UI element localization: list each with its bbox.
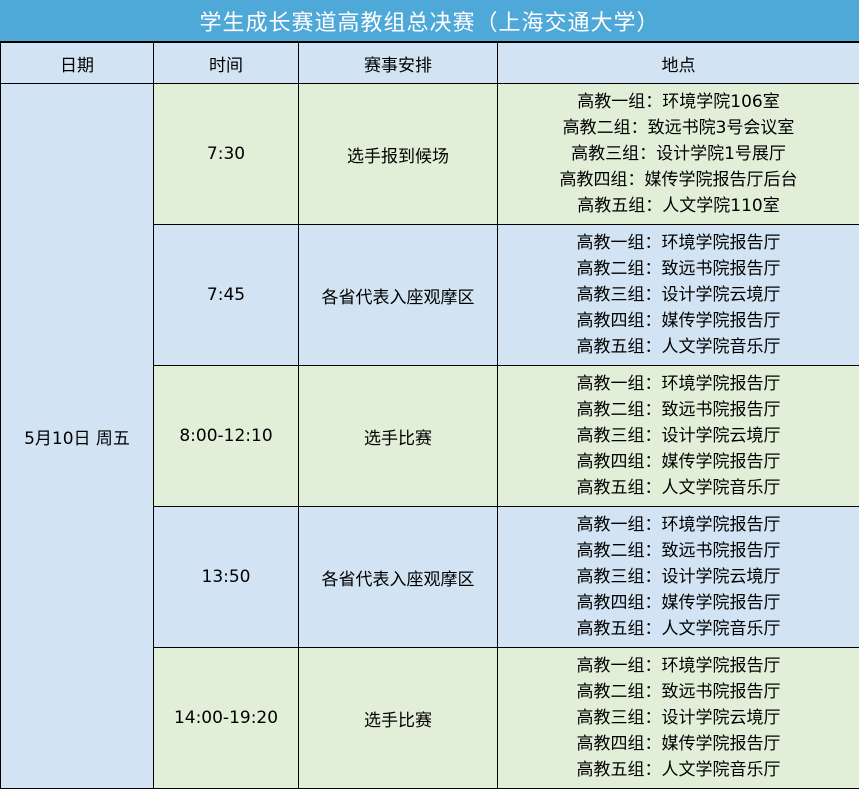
location-line: 高教一组：环境学院106室 [498, 89, 859, 115]
location-line: 高教五组：人文学院110室 [498, 193, 859, 219]
location-cell: 高教一组：环境学院报告厅 高教二组：致远书院报告厅 高教三组：设计学院云境厅 高… [498, 225, 859, 366]
header-time: 时间 [154, 43, 299, 84]
location-line: 高教五组：人文学院音乐厅 [498, 334, 859, 360]
header-event: 赛事安排 [299, 43, 498, 84]
event-cell: 选手比赛 [299, 366, 498, 507]
event-cell: 选手报到候场 [299, 84, 498, 225]
location-line: 高教一组：环境学院报告厅 [498, 512, 859, 538]
location-line: 高教二组：致远书院报告厅 [498, 397, 859, 423]
time-cell: 7:30 [154, 84, 299, 225]
location-line: 高教四组：媒传学院报告厅 [498, 590, 859, 616]
header-row: 日期 时间 赛事安排 地点 [1, 43, 859, 84]
date-cell: 5月10日 周五 [1, 84, 154, 789]
location-line: 高教二组：致远书院报告厅 [498, 679, 859, 705]
location-line: 高教五组：人文学院音乐厅 [498, 757, 859, 783]
location-line: 高教五组：人文学院音乐厅 [498, 616, 859, 642]
location-cell: 高教一组：环境学院106室 高教二组：致远书院3号会议室 高教三组：设计学院1号… [498, 84, 859, 225]
time-cell: 7:45 [154, 225, 299, 366]
location-line: 高教三组：设计学院云境厅 [498, 705, 859, 731]
location-line: 高教三组：设计学院云境厅 [498, 564, 859, 590]
location-line: 高教一组：环境学院报告厅 [498, 371, 859, 397]
location-line: 高教二组：致远书院报告厅 [498, 256, 859, 282]
location-line: 高教一组：环境学院报告厅 [498, 653, 859, 679]
location-line: 高教四组：媒传学院报告厅 [498, 308, 859, 334]
event-cell: 各省代表入座观摩区 [299, 507, 498, 648]
event-cell: 各省代表入座观摩区 [299, 225, 498, 366]
header-location: 地点 [498, 43, 859, 84]
schedule-title: 学生成长赛道高教组总决赛（上海交通大学） [0, 0, 859, 42]
location-line: 高教四组：媒传学院报告厅 [498, 731, 859, 757]
time-cell: 14:00-19:20 [154, 648, 299, 789]
location-line: 高教三组：设计学院云境厅 [498, 423, 859, 449]
time-cell: 8:00-12:10 [154, 366, 299, 507]
location-cell: 高教一组：环境学院报告厅 高教二组：致远书院报告厅 高教三组：设计学院云境厅 高… [498, 366, 859, 507]
event-cell: 选手比赛 [299, 648, 498, 789]
time-cell: 13:50 [154, 507, 299, 648]
location-line: 高教三组：设计学院1号展厅 [498, 141, 859, 167]
header-date: 日期 [1, 43, 154, 84]
location-line: 高教五组：人文学院音乐厅 [498, 475, 859, 501]
location-cell: 高教一组：环境学院报告厅 高教二组：致远书院报告厅 高教三组：设计学院云境厅 高… [498, 507, 859, 648]
location-line: 高教二组：致远书院3号会议室 [498, 115, 859, 141]
table-row: 5月10日 周五 7:30 选手报到候场 高教一组：环境学院106室 高教二组：… [1, 84, 859, 225]
location-line: 高教二组：致远书院报告厅 [498, 538, 859, 564]
schedule-table: 日期 时间 赛事安排 地点 5月10日 周五 7:30 选手报到候场 高教一组：… [0, 42, 859, 789]
location-line: 高教四组：媒传学院报告厅 [498, 449, 859, 475]
schedule-sheet: 学生成长赛道高教组总决赛（上海交通大学） 日期 时间 赛事安排 地点 5月10日… [0, 0, 859, 788]
location-line: 高教三组：设计学院云境厅 [498, 282, 859, 308]
location-line: 高教四组：媒传学院报告厅后台 [498, 167, 859, 193]
location-line: 高教一组：环境学院报告厅 [498, 230, 859, 256]
location-cell: 高教一组：环境学院报告厅 高教二组：致远书院报告厅 高教三组：设计学院云境厅 高… [498, 648, 859, 789]
